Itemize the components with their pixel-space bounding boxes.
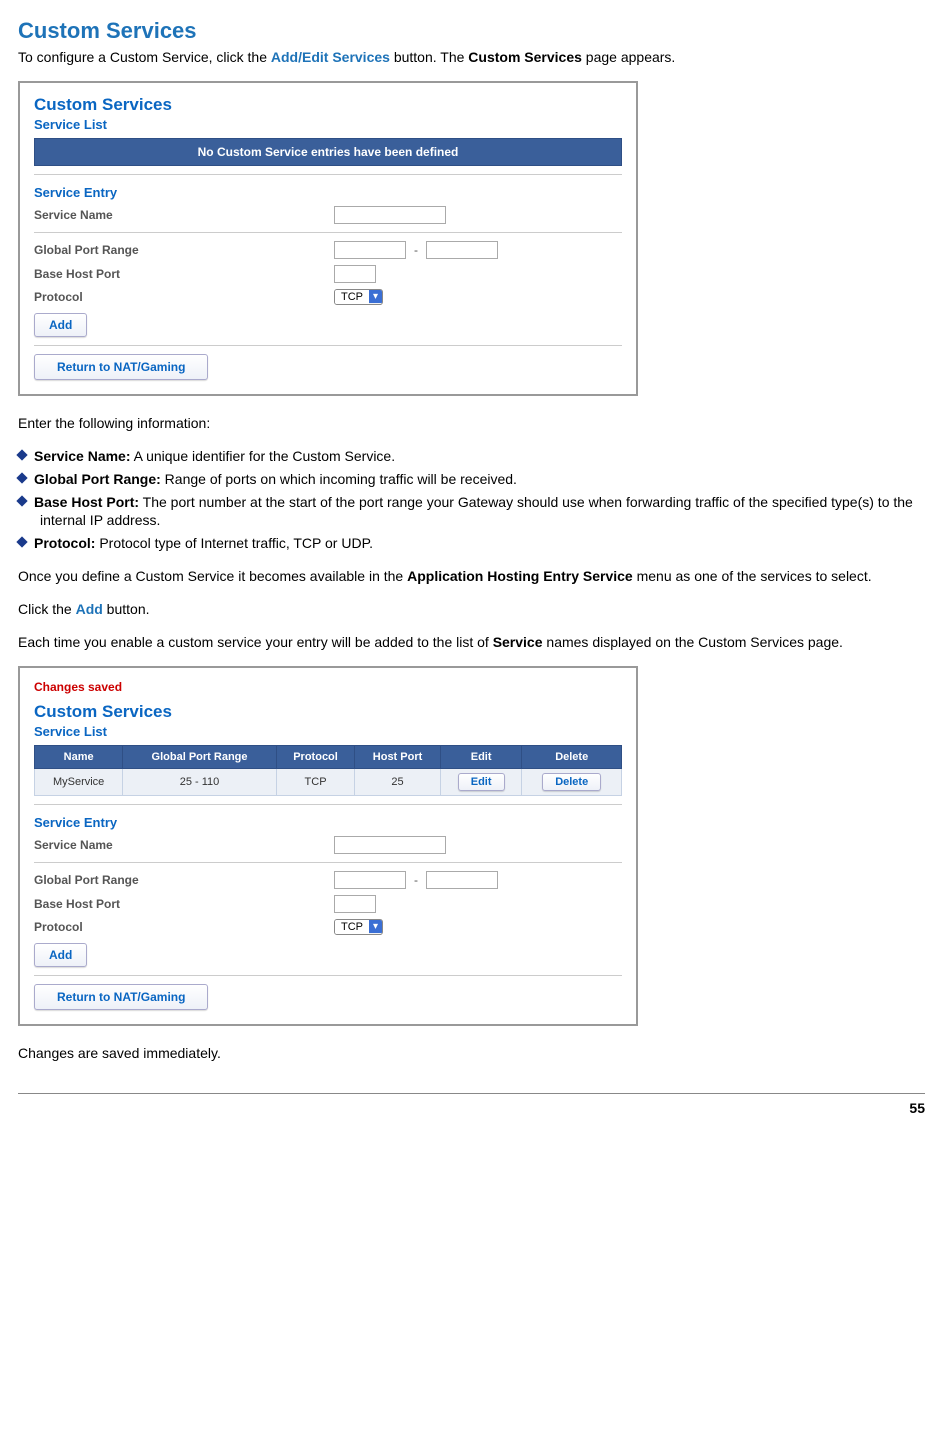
b2-text: Range of ports on which incoming traffic… <box>161 471 517 487</box>
each-post: names displayed on the Custom Services p… <box>543 634 843 650</box>
b1-label: Service Name: <box>34 448 131 464</box>
service-name-label: Service Name <box>34 838 334 852</box>
intro-pre: To configure a Custom Service, click the <box>18 49 271 65</box>
col-name: Name <box>35 745 123 768</box>
cell-range: 25 - 110 <box>123 768 277 795</box>
once-pre: Once you define a Custom Service it beco… <box>18 568 407 584</box>
list-item: Service Name: A unique identifier for th… <box>18 447 925 466</box>
diamond-icon <box>16 472 27 483</box>
page-title: Custom Services <box>18 18 925 44</box>
service-table: Name Global Port Range Protocol Host Por… <box>34 745 622 796</box>
protocol-label: Protocol <box>34 920 334 934</box>
protocol-select[interactable]: TCP ▾ <box>334 919 383 935</box>
return-button[interactable]: Return to NAT/Gaming <box>34 354 208 380</box>
click-pre: Click the <box>18 601 76 617</box>
diamond-icon <box>16 537 27 548</box>
chevron-down-icon: ▾ <box>369 920 382 933</box>
intro-post: page appears. <box>582 49 675 65</box>
diamond-icon <box>16 449 27 460</box>
col-host: Host Port <box>355 745 441 768</box>
service-name-input[interactable] <box>334 206 446 224</box>
intro-bold: Custom Services <box>468 49 582 65</box>
changes-saved-msg: Changes saved <box>34 680 622 694</box>
intro-paragraph: To configure a Custom Service, click the… <box>18 48 925 67</box>
base-host-port-input[interactable] <box>334 265 376 283</box>
col-delete: Delete <box>522 745 622 768</box>
b4-label: Protocol: <box>34 535 95 551</box>
list-item: Protocol: Protocol type of Internet traf… <box>18 534 925 553</box>
cell-name: MyService <box>35 768 123 795</box>
click-paragraph: Click the Add button. <box>18 600 925 619</box>
changes-saved-text: Changes are saved immediately. <box>18 1044 925 1063</box>
once-post: menu as one of the services to select. <box>633 568 872 584</box>
add-edit-services-link: Add/Edit Services <box>271 49 390 65</box>
b4-text: Protocol type of Internet traffic, TCP o… <box>95 535 373 551</box>
range-dash: - <box>406 873 426 887</box>
add-button[interactable]: Add <box>34 943 87 967</box>
each-paragraph: Each time you enable a custom service yo… <box>18 633 925 652</box>
service-name-input[interactable] <box>334 836 446 854</box>
page-number: 55 <box>909 1100 925 1116</box>
protocol-select[interactable]: TCP ▾ <box>334 289 383 305</box>
global-port-range-label: Global Port Range <box>34 873 334 887</box>
list-item: Base Host Port: The port number at the s… <box>18 493 925 531</box>
service-list-label: Service List <box>34 724 622 739</box>
panel-title: Custom Services <box>34 702 622 722</box>
range-dash: - <box>406 243 426 257</box>
b3-text: The port number at the start of the port… <box>40 494 913 529</box>
service-entry-label: Service Entry <box>34 815 622 830</box>
once-bold: Application Hosting Entry Service <box>407 568 633 584</box>
page-footer: 55 <box>18 1093 925 1116</box>
empty-message: No Custom Service entries have been defi… <box>34 138 622 166</box>
port-range-start-input[interactable] <box>334 871 406 889</box>
click-post: button. <box>103 601 150 617</box>
col-edit: Edit <box>440 745 522 768</box>
service-name-label: Service Name <box>34 208 334 222</box>
service-list-label: Service List <box>34 117 622 132</box>
list-item: Global Port Range: Range of ports on whi… <box>18 470 925 489</box>
port-range-end-input[interactable] <box>426 241 498 259</box>
once-paragraph: Once you define a Custom Service it beco… <box>18 567 925 586</box>
port-range-start-input[interactable] <box>334 241 406 259</box>
add-button[interactable]: Add <box>34 313 87 337</box>
return-button[interactable]: Return to NAT/Gaming <box>34 984 208 1010</box>
base-host-port-label: Base Host Port <box>34 267 334 281</box>
chevron-down-icon: ▾ <box>369 290 382 303</box>
table-row: MyService 25 - 110 TCP 25 Edit Delete <box>35 768 622 795</box>
add-link: Add <box>76 601 103 617</box>
b1-text: A unique identifier for the Custom Servi… <box>131 448 396 464</box>
col-range: Global Port Range <box>123 745 277 768</box>
bullet-list: Service Name: A unique identifier for th… <box>18 447 925 553</box>
each-pre: Each time you enable a custom service yo… <box>18 634 493 650</box>
panel-title: Custom Services <box>34 95 622 115</box>
screenshot-empty: Custom Services Service List No Custom S… <box>18 81 638 396</box>
screenshot-populated: Changes saved Custom Services Service Li… <box>18 666 638 1026</box>
each-bold: Service <box>493 634 543 650</box>
global-port-range-label: Global Port Range <box>34 243 334 257</box>
protocol-label: Protocol <box>34 290 334 304</box>
base-host-port-label: Base Host Port <box>34 897 334 911</box>
enter-info: Enter the following information: <box>18 414 925 433</box>
base-host-port-input[interactable] <box>334 895 376 913</box>
b2-label: Global Port Range: <box>34 471 161 487</box>
b3-label: Base Host Port: <box>34 494 139 510</box>
intro-mid: button. The <box>390 49 468 65</box>
col-protocol: Protocol <box>276 745 354 768</box>
protocol-value: TCP <box>335 290 369 304</box>
edit-button[interactable]: Edit <box>458 773 505 791</box>
cell-protocol: TCP <box>276 768 354 795</box>
delete-button[interactable]: Delete <box>542 773 601 791</box>
protocol-value: TCP <box>335 920 369 934</box>
service-entry-label: Service Entry <box>34 185 622 200</box>
diamond-icon <box>16 495 27 506</box>
cell-host: 25 <box>355 768 441 795</box>
port-range-end-input[interactable] <box>426 871 498 889</box>
